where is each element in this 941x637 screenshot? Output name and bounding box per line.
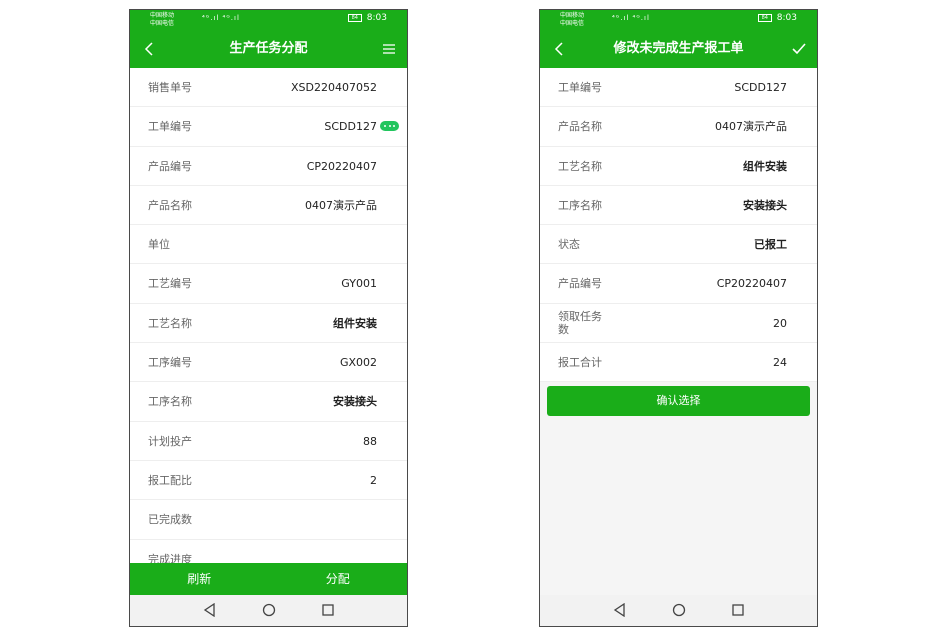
field-value: 组件安装 <box>743 159 787 173</box>
field-label: 工艺名称 <box>148 316 192 330</box>
status-right: 84 8:03 <box>347 13 387 23</box>
field-value: 0407演示产品 <box>305 198 377 212</box>
field-label: 领取任务数 <box>558 309 602 336</box>
field-value: GY001 <box>341 277 377 291</box>
check-icon[interactable] <box>791 41 807 57</box>
field-value: 已报工 <box>754 238 787 252</box>
system-nav-bar <box>130 595 407 626</box>
field-label: 状态 <box>558 238 580 252</box>
carrier-2: 中国电信 <box>560 20 585 27</box>
field-value: CP20220407 <box>716 277 787 291</box>
field-label: 工艺名称 <box>558 159 602 173</box>
phone-screen-right: 中国移动 中国电信 ⁴ᴳ.ıl ⁴ᴳ.ıl 84 8:03 修改未完成生产报工单… <box>539 9 818 627</box>
list-item: 工艺编号 GY001 <box>130 264 407 304</box>
field-label: 销售单号 <box>148 81 192 94</box>
field-value: 2 <box>370 473 377 487</box>
list-item: 计划投产 88 <box>130 421 407 461</box>
list-item: 产品名称 0407演示产品 <box>130 185 407 226</box>
list-item: 产品编号 CP20220407 <box>130 146 407 186</box>
field-label: 产品名称 <box>148 198 192 212</box>
list-item: 工序编号 GX002 <box>130 343 407 383</box>
carrier-1: 中国移动 <box>150 12 175 19</box>
field-value: 安装接头 <box>743 198 787 212</box>
field-label: 报工合计 <box>558 356 602 370</box>
list-item: 工单编号 SCDD127 <box>540 68 817 108</box>
list-item: 状态 已报工 <box>540 225 817 265</box>
field-value: 安装接头 <box>333 395 377 409</box>
field-label: 已完成数 <box>148 513 192 527</box>
field-label: 单位 <box>148 238 170 252</box>
field-value: 24 <box>773 356 787 370</box>
carrier-2: 中国电信 <box>150 20 175 27</box>
phone-screen-left: 中国移动 中国电信 ⁴ᴳ.ıl ⁴ᴳ.ıl 84 8:03 生产任务分配 销售单… <box>129 9 408 627</box>
list-item: 工单编号 SCDD127 <box>130 107 407 147</box>
field-value: GX002 <box>339 356 377 370</box>
nav-bar: 生产任务分配 <box>130 30 407 68</box>
list-item: 工艺名称 组件安装 <box>540 146 817 186</box>
field-value: XSD220407052 <box>291 81 377 94</box>
field-label: 工序名称 <box>558 198 602 212</box>
carrier-1: 中国移动 <box>560 12 585 19</box>
field-label: 产品编号 <box>148 159 192 173</box>
recents-square-icon[interactable] <box>731 603 745 617</box>
field-value: SCDD127 <box>324 120 377 134</box>
field-label: 工单编号 <box>148 120 192 134</box>
field-label: 产品名称 <box>558 120 602 134</box>
list-item: 工序名称 安装接头 <box>130 382 407 422</box>
field-label: 工序编号 <box>148 356 192 370</box>
list-item: 产品名称 0407演示产品 <box>540 107 817 147</box>
assign-button[interactable]: 分配 <box>269 563 408 596</box>
back-triangle-icon[interactable] <box>203 603 217 617</box>
status-right: 84 8:03 <box>757 13 797 23</box>
list-item: 领取任务数 20 <box>540 303 817 344</box>
page-title: 生产任务分配 <box>229 41 308 56</box>
menu-icon[interactable] <box>381 41 397 57</box>
field-label: 计划投产 <box>148 434 192 448</box>
list-item: 报工配比 2 <box>130 460 407 501</box>
field-value: SCDD127 <box>734 81 787 94</box>
list-item: 单位 <box>130 225 407 265</box>
field-value: 0407演示产品 <box>715 120 787 134</box>
list-item: 工序名称 安装接头 <box>540 185 817 226</box>
field-value: 组件安装 <box>333 316 377 330</box>
back-triangle-icon[interactable] <box>613 603 627 617</box>
field-label: 产品编号 <box>558 277 602 291</box>
status-bar: 中国移动 中国电信 ⁴ᴳ.ıl ⁴ᴳ.ıl 84 8:03 <box>540 10 817 30</box>
field-value: 20 <box>773 316 787 330</box>
field-label: 工艺编号 <box>148 277 192 291</box>
detail-list: 销售单号 XSD220407052 工单编号 SCDD127 产品编号 CP20220… <box>130 68 407 579</box>
list-item: 已完成数 <box>130 500 407 540</box>
battery-icon: 84 <box>757 14 772 22</box>
more-icon[interactable] <box>380 121 399 132</box>
field-value: CP20220407 <box>306 159 377 173</box>
detail-list: 工单编号 SCDD127 产品名称 0407演示产品 工艺名称 组件安装 工序名称 安装… <box>540 68 817 383</box>
field-label: 工单编号 <box>558 81 602 94</box>
field-label: 工序名称 <box>148 395 192 409</box>
list-item: 报工合计 24 <box>540 343 817 383</box>
clock: 8:03 <box>776 13 797 23</box>
status-bar: 中国移动 中国电信 ⁴ᴳ.ıl ⁴ᴳ.ıl 84 8:03 <box>130 10 407 30</box>
nav-bar: 修改未完成生产报工单 <box>540 30 817 68</box>
field-value: 88 <box>363 434 377 448</box>
home-circle-icon[interactable] <box>262 603 276 617</box>
signal-icon: ⁴ᴳ.ıl ⁴ᴳ.ıl <box>202 14 240 22</box>
field-label: 报工配比 <box>148 473 192 487</box>
list-item: 产品编号 CP20220407 <box>540 264 817 304</box>
bottom-action-bar: 刷新 分配 <box>130 563 407 596</box>
list-item: 销售单号 XSD220407052 <box>130 68 407 108</box>
recents-square-icon[interactable] <box>321 603 335 617</box>
home-circle-icon[interactable] <box>672 603 686 617</box>
carrier-info: 中国移动 中国电信 <box>560 12 584 28</box>
battery-icon: 84 <box>347 14 362 22</box>
carrier-info: 中国移动 中国电信 <box>150 12 174 28</box>
refresh-button[interactable]: 刷新 <box>130 563 269 596</box>
signal-icon: ⁴ᴳ.ıl ⁴ᴳ.ıl <box>612 14 650 22</box>
clock: 8:03 <box>366 13 387 23</box>
page-title: 修改未完成生产报工单 <box>613 41 744 56</box>
system-nav-bar <box>540 595 817 626</box>
confirm-select-button[interactable]: 确认选择 <box>547 386 810 416</box>
list-item: 工艺名称 组件安装 <box>130 303 407 344</box>
